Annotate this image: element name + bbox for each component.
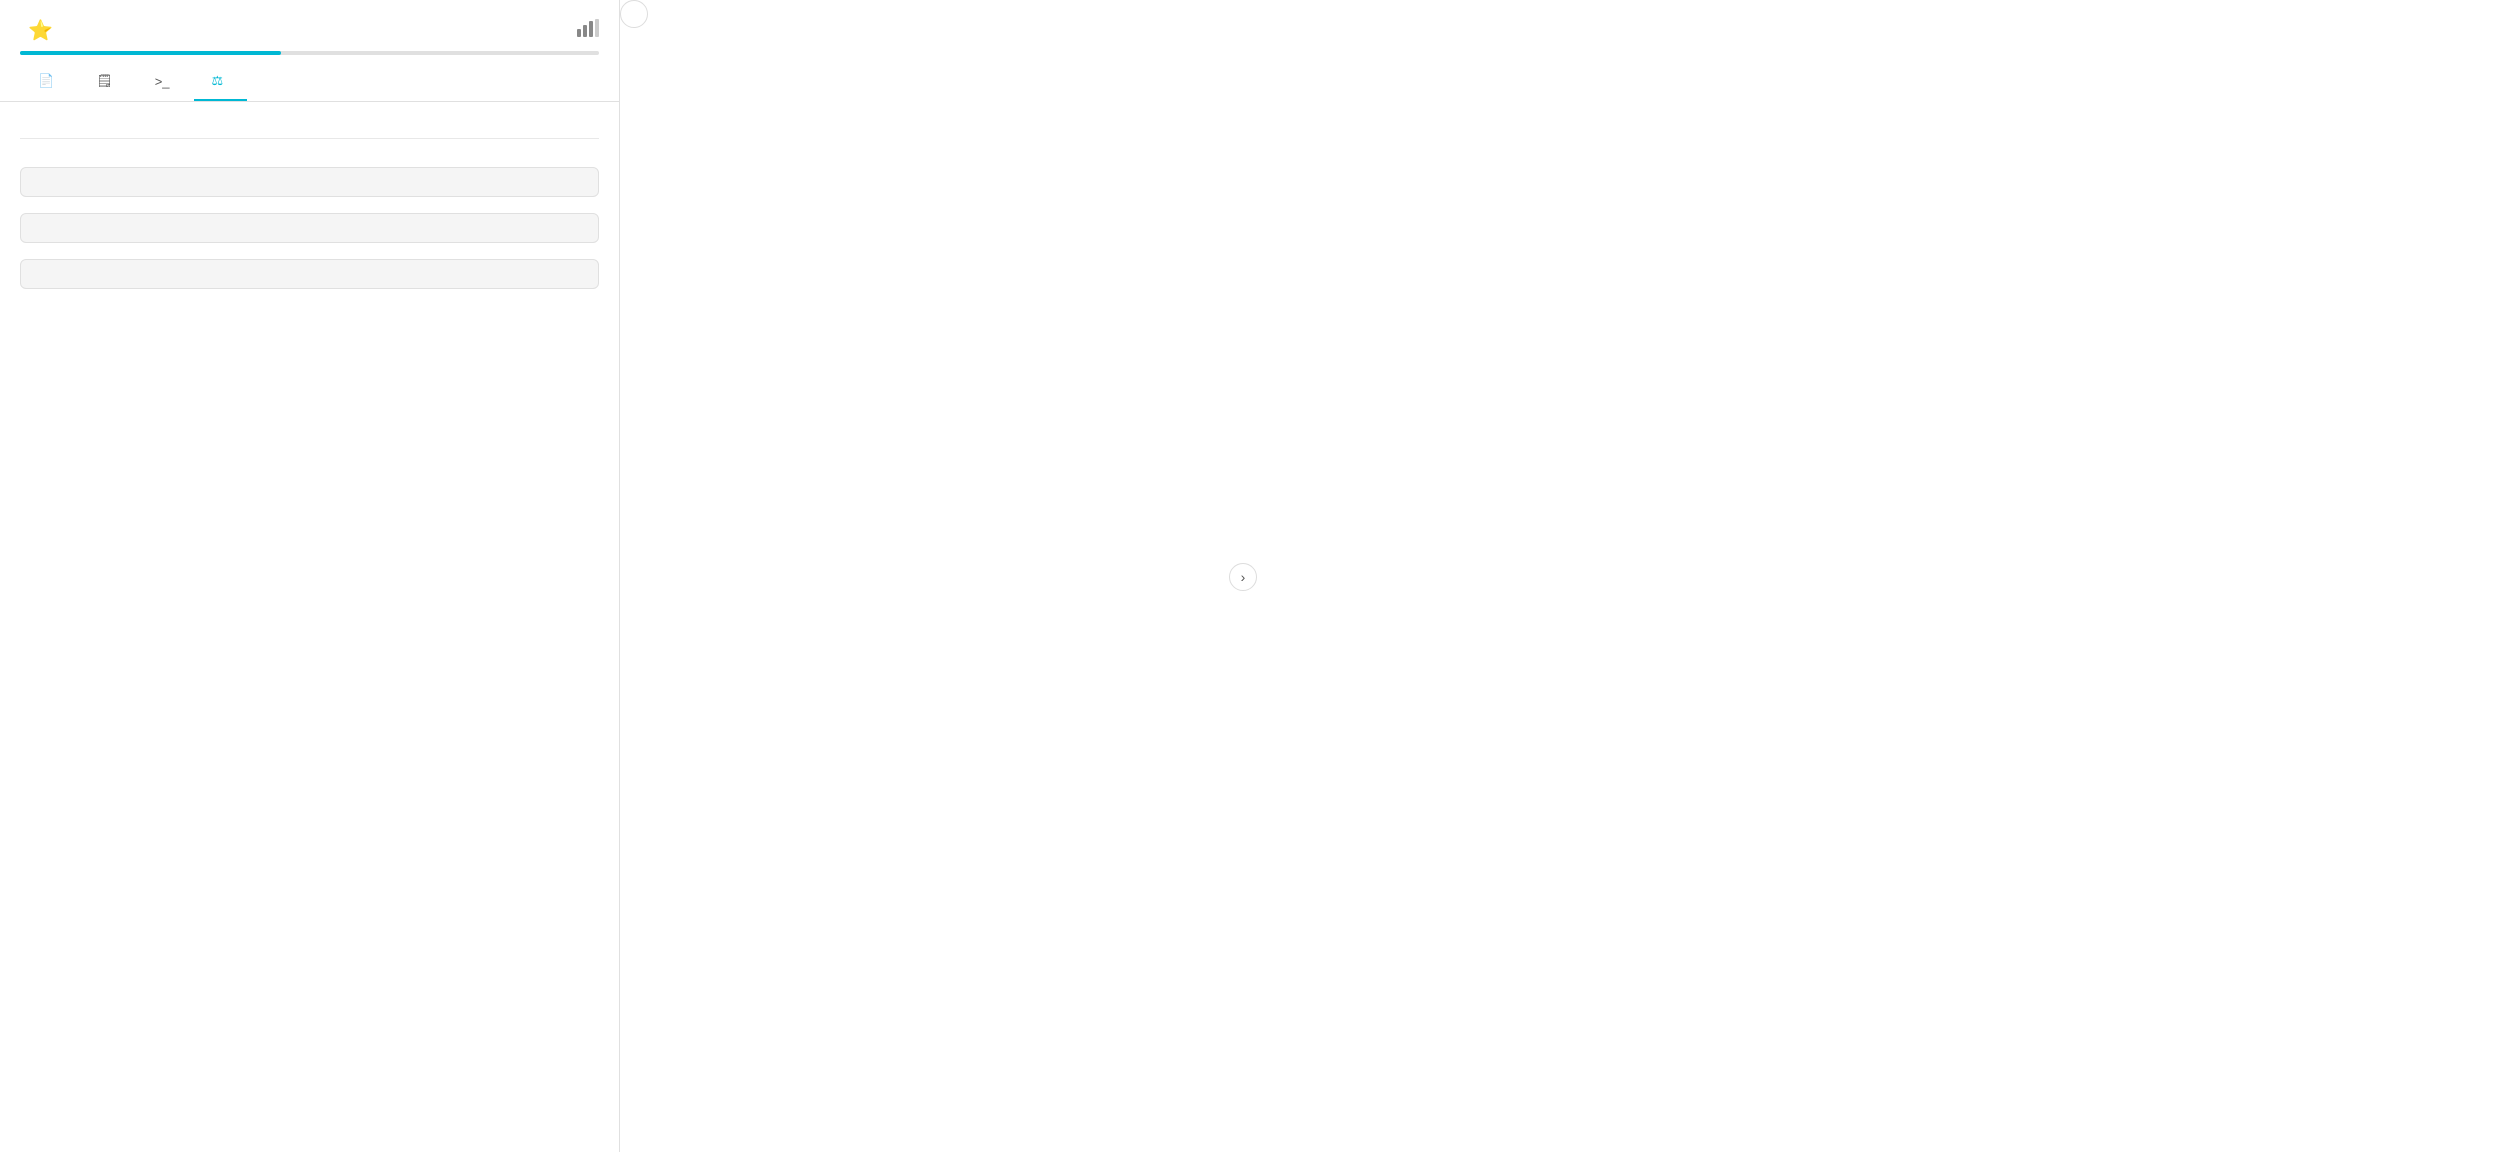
output-value-box xyxy=(20,213,599,243)
star-icon[interactable]: ⭐ xyxy=(28,18,53,43)
expected-value-box xyxy=(20,259,599,289)
tab-notes[interactable]: 🗒 xyxy=(78,63,137,101)
code-editor[interactable] xyxy=(648,0,2504,1152)
right-panel xyxy=(648,0,2504,1152)
tabs-row: 📄 🗒 >_ ⚖ xyxy=(0,63,619,102)
signal-icon xyxy=(577,19,599,42)
input-value-box xyxy=(20,167,599,197)
collapse-arrow[interactable]: › xyxy=(620,0,648,28)
progress-bar xyxy=(20,51,599,55)
left-panel: ⭐ 📄 🗒 >_ xyxy=(0,0,620,1152)
problem-header: ⭐ xyxy=(0,0,619,55)
testcase-icon: >_ xyxy=(155,74,170,89)
problem-title: ⭐ xyxy=(20,18,53,43)
progress-bar-fill xyxy=(20,51,281,55)
tab-testcase[interactable]: >_ xyxy=(137,63,194,101)
tab-judge[interactable]: ⚖ xyxy=(194,63,248,101)
notes-icon: 🗒 xyxy=(96,73,113,89)
judge-icon: ⚖ xyxy=(212,73,224,89)
title-row: ⭐ xyxy=(20,18,599,43)
tab-description[interactable]: 📄 xyxy=(20,63,78,101)
description-icon: 📄 xyxy=(38,73,54,89)
judge-content xyxy=(0,102,619,1152)
